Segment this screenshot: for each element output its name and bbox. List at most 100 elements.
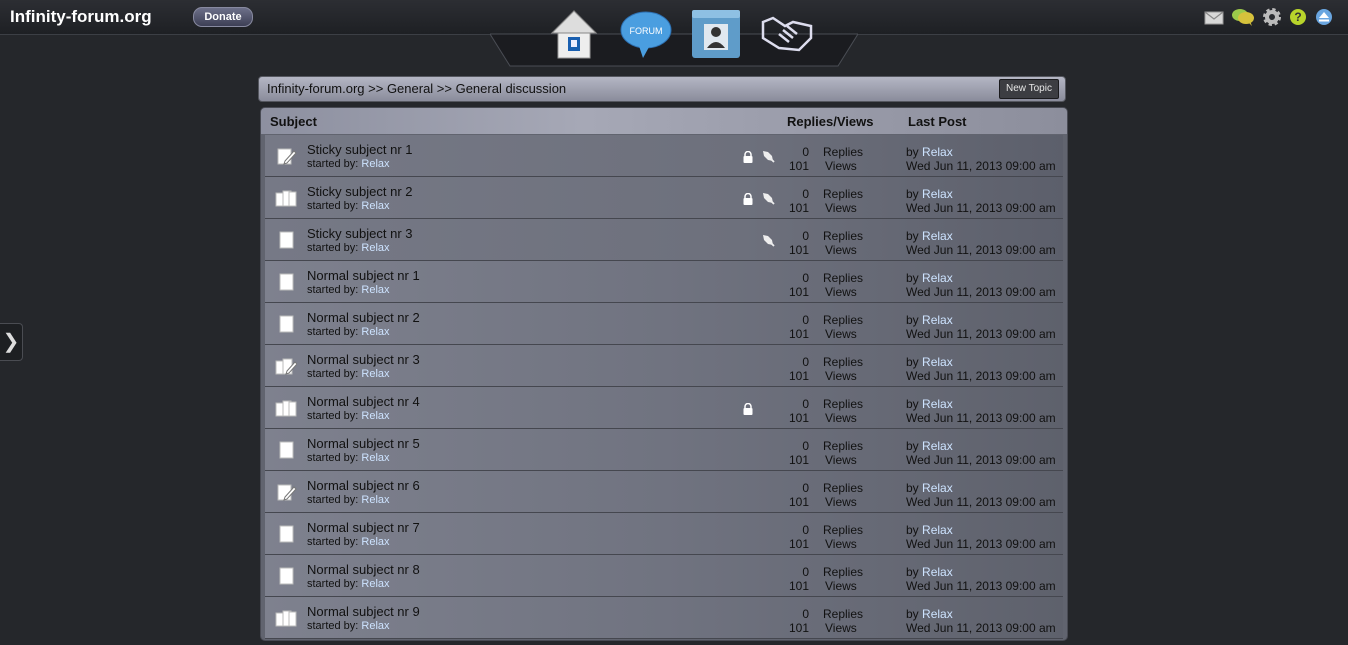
multi-page-icon <box>275 610 297 627</box>
new-topic-button[interactable]: New Topic <box>999 79 1059 99</box>
column-replies-views: Replies/Views <box>787 114 874 129</box>
table-row[interactable]: Sticky subject nr 2 started by: Relax 0 101… <box>265 177 1063 219</box>
table-row[interactable]: Sticky subject nr 1 started by: Relax 0 101… <box>265 135 1063 177</box>
last-post-date[interactable]: Wed Jun 11, 2013 09:00 am <box>906 537 1056 551</box>
replies-label: Replies <box>823 145 864 159</box>
eject-icon[interactable] <box>1314 7 1334 27</box>
gear-icon[interactable] <box>1262 7 1282 27</box>
last-post-author[interactable]: Relax <box>922 397 953 411</box>
topic-replies: 0 <box>802 187 809 201</box>
table-row[interactable]: Normal subject nr 9 started by: Relax 0 101… <box>265 597 1063 639</box>
donate-button[interactable]: Donate <box>193 7 253 27</box>
topic-author[interactable]: Relax <box>361 200 389 212</box>
chat-icon[interactable] <box>1230 7 1256 27</box>
topic-title[interactable]: Normal subject nr 1 <box>307 268 420 283</box>
views-label: Views <box>825 495 857 509</box>
by-label: by <box>906 481 919 495</box>
topic-title[interactable]: Normal subject nr 4 <box>307 394 420 409</box>
topic-table: Subject Replies/Views Last Post Sticky s… <box>260 107 1068 641</box>
last-post-author[interactable]: Relax <box>922 271 953 285</box>
topic-replies: 0 <box>802 397 809 411</box>
table-row[interactable]: Normal subject nr 2 started by: Relax 0 101… <box>265 303 1063 345</box>
topic-started-by: started by: Relax <box>307 200 390 212</box>
topic-author[interactable]: Relax <box>361 494 389 506</box>
forum-icon-text: FORUM <box>630 26 663 36</box>
topic-author[interactable]: Relax <box>361 578 389 590</box>
site-title[interactable]: Infinity-forum.org <box>10 7 152 27</box>
last-post-author[interactable]: Relax <box>922 187 953 201</box>
topic-author[interactable]: Relax <box>361 158 389 170</box>
table-row[interactable]: Normal subject nr 3 started by: Relax 0 101… <box>265 345 1063 387</box>
sidebar-toggle-button[interactable]: ❯ <box>0 323 23 361</box>
topic-replies: 0 <box>802 145 809 159</box>
topic-title[interactable]: Normal subject nr 9 <box>307 604 420 619</box>
table-row[interactable]: Normal subject nr 8 started by: Relax 0 101… <box>265 555 1063 597</box>
topic-author[interactable]: Relax <box>361 452 389 464</box>
last-post-date[interactable]: Wed Jun 11, 2013 09:00 am <box>906 243 1056 257</box>
handshake-icon[interactable] <box>759 8 815 60</box>
table-row[interactable]: Sticky subject nr 3 started by: Relax 0 101… <box>265 219 1063 261</box>
topic-author[interactable]: Relax <box>361 620 389 632</box>
last-post-by: by Relax <box>906 439 953 453</box>
last-post-date[interactable]: Wed Jun 11, 2013 09:00 am <box>906 327 1056 341</box>
topic-started-by: started by: Relax <box>307 326 390 338</box>
views-label: Views <box>825 537 857 551</box>
lock-icon <box>743 193 753 205</box>
views-label: Views <box>825 621 857 635</box>
last-post-date[interactable]: Wed Jun 11, 2013 09:00 am <box>906 453 1056 467</box>
table-row[interactable]: Normal subject nr 6 started by: Relax 0 101… <box>265 471 1063 513</box>
profile-icon[interactable] <box>690 8 742 60</box>
last-post-date[interactable]: Wed Jun 11, 2013 09:00 am <box>906 579 1056 593</box>
last-post-author[interactable]: Relax <box>922 355 953 369</box>
topic-title[interactable]: Normal subject nr 2 <box>307 310 420 325</box>
topic-title[interactable]: Normal subject nr 7 <box>307 520 420 535</box>
last-post-date[interactable]: Wed Jun 11, 2013 09:00 am <box>906 621 1056 635</box>
last-post-date[interactable]: Wed Jun 11, 2013 09:00 am <box>906 495 1056 509</box>
topic-title[interactable]: Normal subject nr 5 <box>307 436 420 451</box>
last-post-author[interactable]: Relax <box>922 229 953 243</box>
table-row[interactable]: Normal subject nr 1 started by: Relax 0 101… <box>265 261 1063 303</box>
topic-title[interactable]: Normal subject nr 3 <box>307 352 420 367</box>
breadcrumb-text[interactable]: Infinity-forum.org >> General >> General… <box>267 81 566 96</box>
topic-author[interactable]: Relax <box>361 326 389 338</box>
topic-title[interactable]: Normal subject nr 6 <box>307 478 420 493</box>
last-post-author[interactable]: Relax <box>922 145 953 159</box>
last-post-date[interactable]: Wed Jun 11, 2013 09:00 am <box>906 411 1056 425</box>
table-row[interactable]: Normal subject nr 5 started by: Relax 0 101… <box>265 429 1063 471</box>
last-post-date[interactable]: Wed Jun 11, 2013 09:00 am <box>906 201 1056 215</box>
last-post-date[interactable]: Wed Jun 11, 2013 09:00 am <box>906 369 1056 383</box>
forum-icon[interactable]: FORUM <box>617 8 673 60</box>
topic-started-by: started by: Relax <box>307 410 390 422</box>
replies-label: Replies <box>823 607 864 621</box>
last-post-date[interactable]: Wed Jun 11, 2013 09:00 am <box>906 159 1056 173</box>
topic-author[interactable]: Relax <box>361 242 389 254</box>
table-row[interactable]: Normal subject nr 7 started by: Relax 0 101… <box>265 513 1063 555</box>
last-post-author[interactable]: Relax <box>922 313 953 327</box>
last-post-author[interactable]: Relax <box>922 523 953 537</box>
topic-title[interactable]: Normal subject nr 8 <box>307 562 420 577</box>
topic-title[interactable]: Sticky subject nr 1 <box>307 142 413 157</box>
started-by-label: started by: <box>307 326 359 338</box>
last-post-author[interactable]: Relax <box>922 607 953 621</box>
last-post-author[interactable]: Relax <box>922 565 953 579</box>
topic-author[interactable]: Relax <box>361 284 389 296</box>
last-post-author[interactable]: Relax <box>922 439 953 453</box>
topic-title[interactable]: Sticky subject nr 2 <box>307 184 413 199</box>
last-post-date[interactable]: Wed Jun 11, 2013 09:00 am <box>906 285 1056 299</box>
page-icon <box>279 315 294 333</box>
by-label: by <box>906 187 919 201</box>
started-by-label: started by: <box>307 410 359 422</box>
table-row[interactable]: Normal subject nr 4 started by: Relax 0 101… <box>265 387 1063 429</box>
started-by-label: started by: <box>307 578 359 590</box>
topic-replies: 0 <box>802 271 809 285</box>
help-icon[interactable]: ? <box>1288 7 1308 27</box>
topic-author[interactable]: Relax <box>361 410 389 422</box>
topic-author[interactable]: Relax <box>361 536 389 548</box>
mail-icon[interactable] <box>1204 7 1224 27</box>
topic-title[interactable]: Sticky subject nr 3 <box>307 226 413 241</box>
topic-views: 101 <box>788 537 809 551</box>
topic-author[interactable]: Relax <box>361 368 389 380</box>
home-icon[interactable] <box>548 8 600 60</box>
last-post-by: by Relax <box>906 313 953 327</box>
last-post-author[interactable]: Relax <box>922 481 953 495</box>
